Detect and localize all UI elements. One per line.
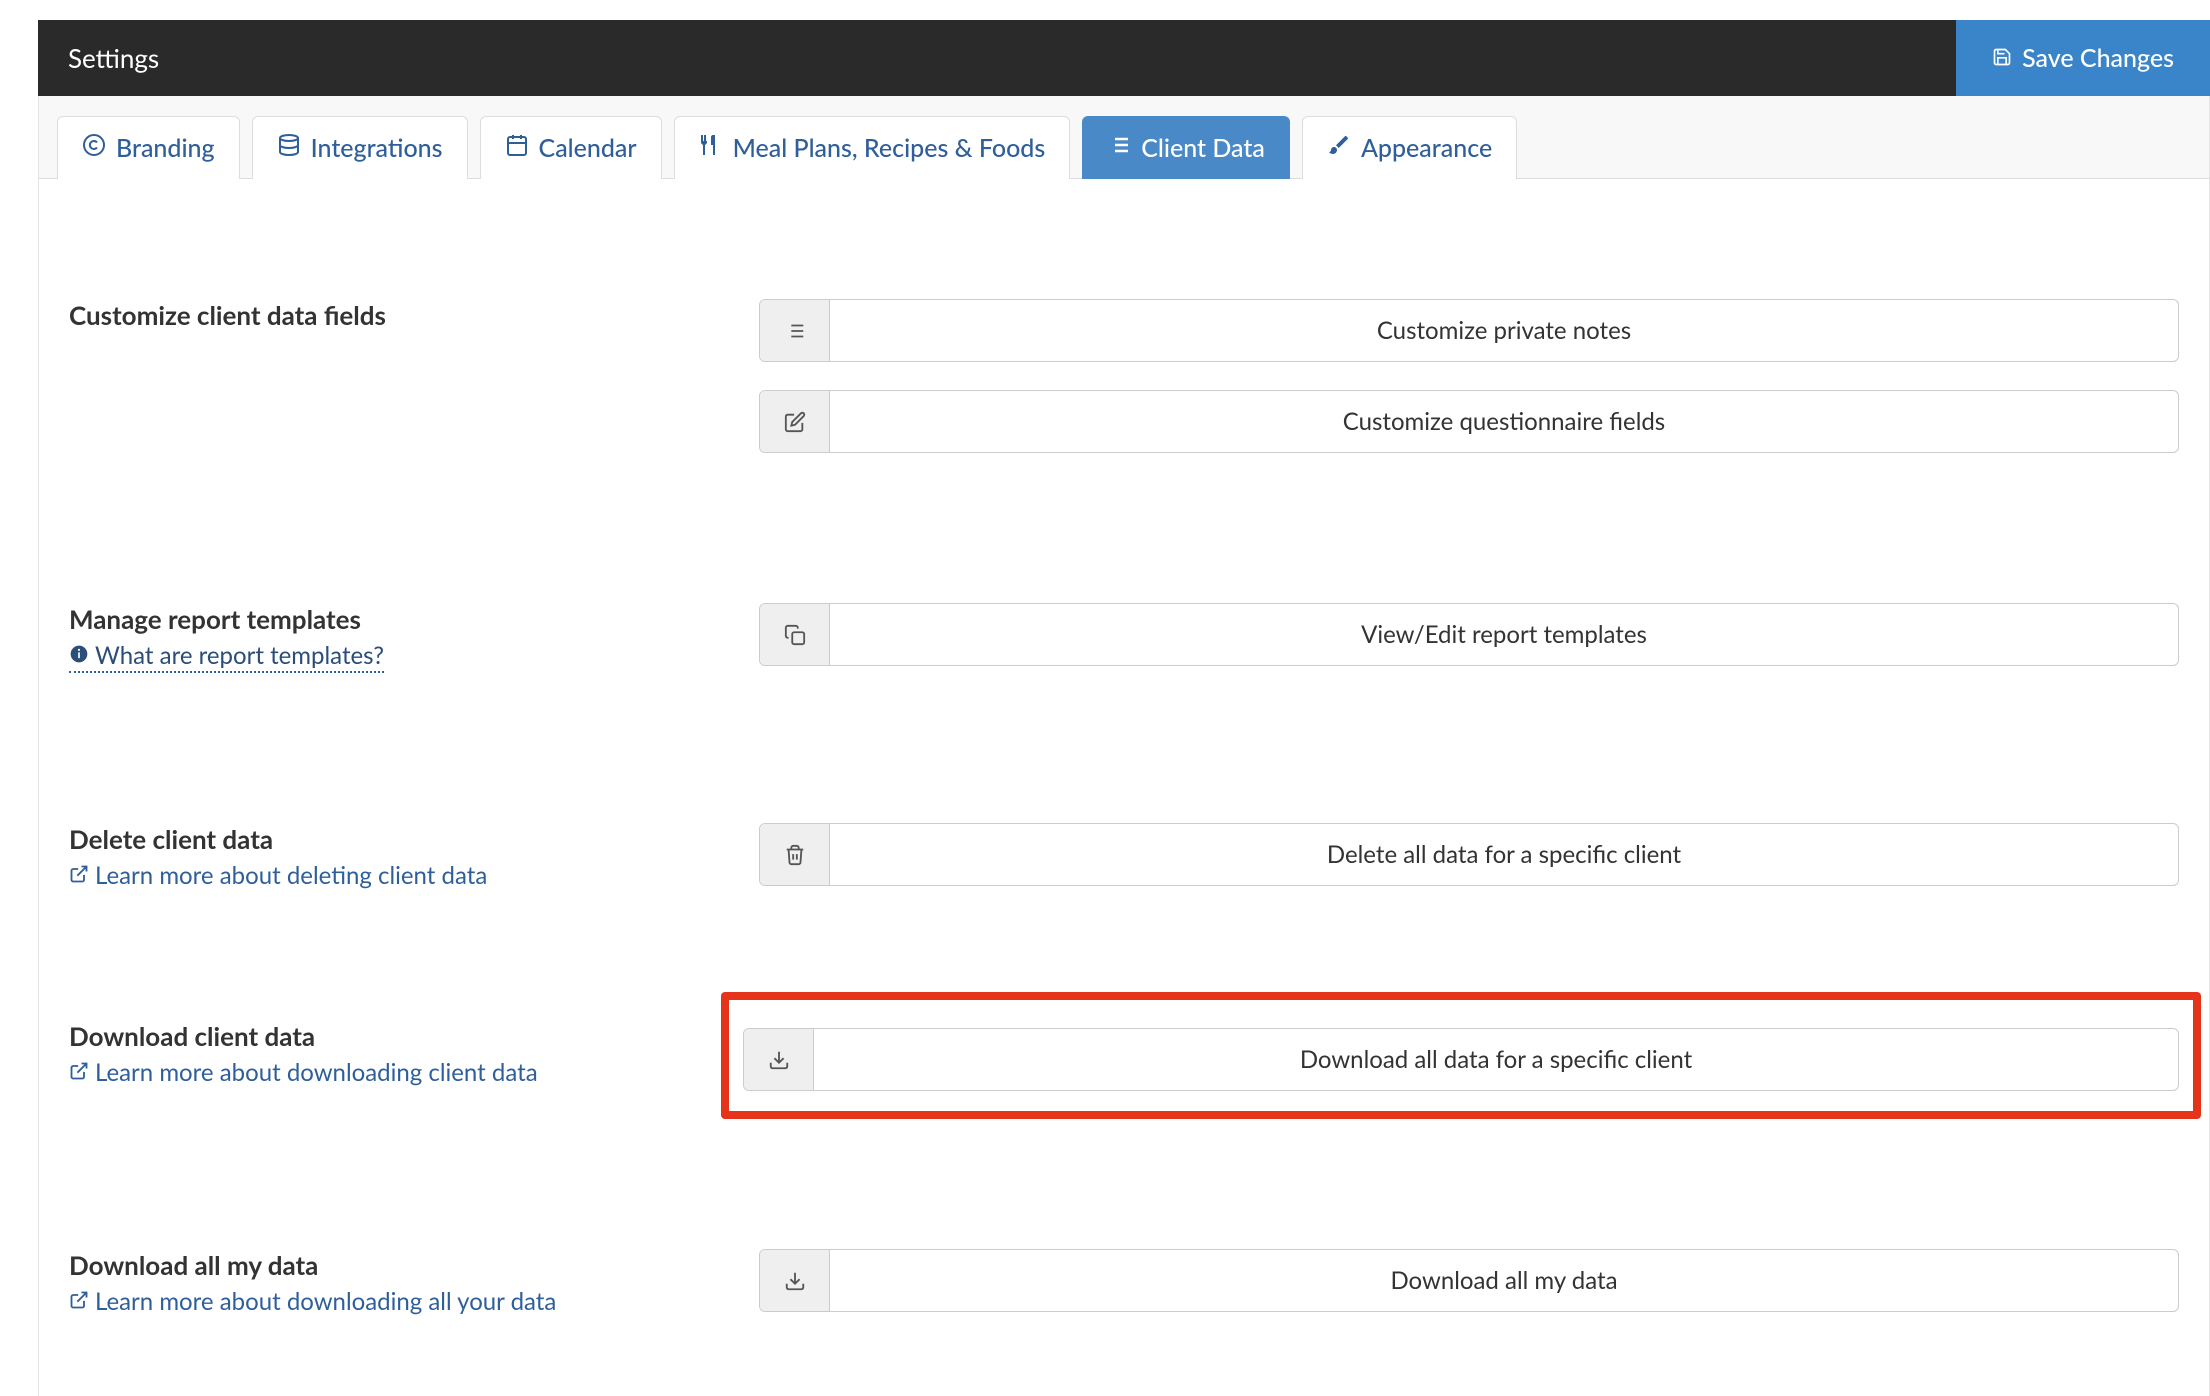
view-edit-report-templates-button[interactable]: View/Edit report templates — [759, 603, 2179, 666]
button-label: View/Edit report templates — [830, 604, 2178, 665]
edit-icon — [760, 391, 830, 452]
tab-label: Client Data — [1141, 133, 1265, 163]
tab-label: Branding — [116, 133, 215, 163]
button-label: Customize questionnaire fields — [830, 391, 2178, 452]
utensils-icon — [699, 133, 723, 163]
tab-client-data[interactable]: Client Data — [1082, 116, 1290, 179]
download-all-data-help-link[interactable]: Learn more about downloading all your da… — [69, 1287, 556, 1316]
download-client-data-help-link[interactable]: Learn more about downloading client data — [69, 1058, 538, 1087]
external-link-icon — [69, 1287, 89, 1316]
tab-integrations[interactable]: Integrations — [252, 116, 468, 179]
copy-icon — [760, 604, 830, 665]
annotation-highlight: Download all data for a specific client — [721, 992, 2201, 1119]
section-title: Download client data — [69, 1020, 739, 1052]
download-specific-client-button[interactable]: Download all data for a specific client — [743, 1028, 2179, 1091]
customize-questionnaire-button[interactable]: Customize questionnaire fields — [759, 390, 2179, 453]
tab-body: Customize client data fields Customize p… — [39, 178, 2209, 1396]
tab-label: Calendar — [539, 133, 637, 163]
save-changes-button[interactable]: Save Changes — [1956, 20, 2210, 96]
customize-private-notes-button[interactable]: Customize private notes — [759, 299, 2179, 362]
tab-label: Integrations — [311, 133, 443, 163]
download-all-my-data-button[interactable]: Download all my data — [759, 1249, 2179, 1312]
link-label: Learn more about downloading client data — [95, 1058, 538, 1087]
button-label: Customize private notes — [830, 300, 2178, 361]
calendar-icon — [505, 133, 529, 163]
save-button-label: Save Changes — [2022, 43, 2174, 73]
delete-client-data-help-link[interactable]: Learn more about deleting client data — [69, 861, 487, 890]
copyright-icon — [82, 133, 106, 163]
section-download-all: Download all my data Learn more about do… — [69, 1249, 2179, 1316]
page-title: Settings — [68, 42, 159, 74]
tab-appearance[interactable]: Appearance — [1302, 116, 1517, 179]
section-title: Delete client data — [69, 823, 739, 855]
section-title: Customize client data fields — [69, 299, 739, 331]
save-icon — [1992, 43, 2012, 73]
section-download-client: Download client data Learn more about do… — [69, 1020, 2179, 1099]
info-icon — [69, 641, 89, 670]
tab-label: Meal Plans, Recipes & Foods — [733, 133, 1046, 163]
delete-specific-client-button[interactable]: Delete all data for a specific client — [759, 823, 2179, 886]
download-icon — [760, 1250, 830, 1311]
section-title: Manage report templates — [69, 603, 739, 635]
button-label: Download all data for a specific client — [814, 1029, 2178, 1090]
section-customize: Customize client data fields Customize p… — [69, 299, 2179, 453]
tab-label: Appearance — [1361, 133, 1492, 163]
section-delete: Delete client data Learn more about dele… — [69, 823, 2179, 890]
settings-header: Settings Save Changes — [38, 20, 2210, 96]
section-reports: Manage report templates What are report … — [69, 603, 2179, 673]
link-label: Learn more about deleting client data — [95, 861, 487, 890]
external-link-icon — [69, 1058, 89, 1087]
database-icon — [277, 133, 301, 163]
list-icon — [1107, 133, 1131, 163]
list-icon — [760, 300, 830, 361]
report-templates-help-link[interactable]: What are report templates? — [69, 641, 384, 673]
link-label: What are report templates? — [95, 641, 384, 670]
button-label: Download all my data — [830, 1250, 2178, 1311]
download-icon — [744, 1029, 814, 1090]
paint-brush-icon — [1327, 133, 1351, 163]
tab-calendar[interactable]: Calendar — [480, 116, 662, 179]
tab-container: Branding Integrations Calendar — [38, 96, 2210, 1396]
section-title: Download all my data — [69, 1249, 739, 1281]
tabs-bar: Branding Integrations Calendar — [39, 116, 2209, 179]
trash-icon — [760, 824, 830, 885]
button-label: Delete all data for a specific client — [830, 824, 2178, 885]
link-label: Learn more about downloading all your da… — [95, 1287, 556, 1316]
tab-meal-plans[interactable]: Meal Plans, Recipes & Foods — [674, 116, 1071, 179]
tab-branding[interactable]: Branding — [57, 116, 240, 179]
external-link-icon — [69, 861, 89, 890]
